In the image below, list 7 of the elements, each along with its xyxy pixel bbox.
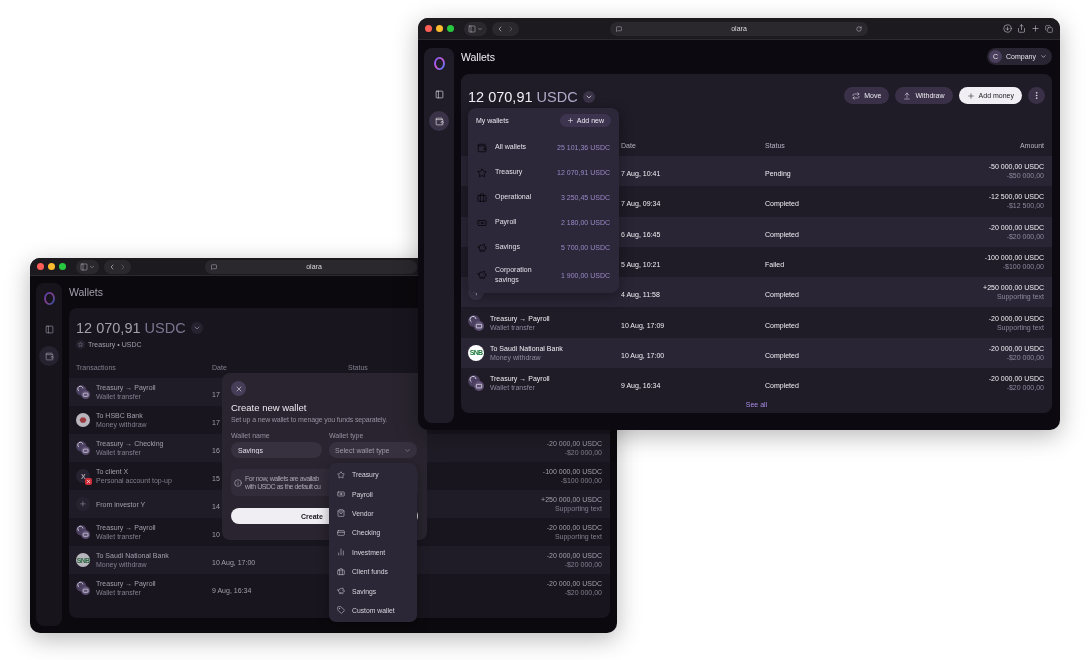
page-title: Wallets: [69, 286, 104, 298]
balance-amount: 12 070,91: [468, 89, 533, 105]
dialog-title: Create new wallet: [231, 402, 308, 413]
page-title: Wallets: [461, 51, 496, 63]
currency-label: USDC: [144, 320, 186, 336]
currency-label: USDC: [536, 89, 578, 105]
balance-amount: 12 070,91: [76, 320, 141, 336]
